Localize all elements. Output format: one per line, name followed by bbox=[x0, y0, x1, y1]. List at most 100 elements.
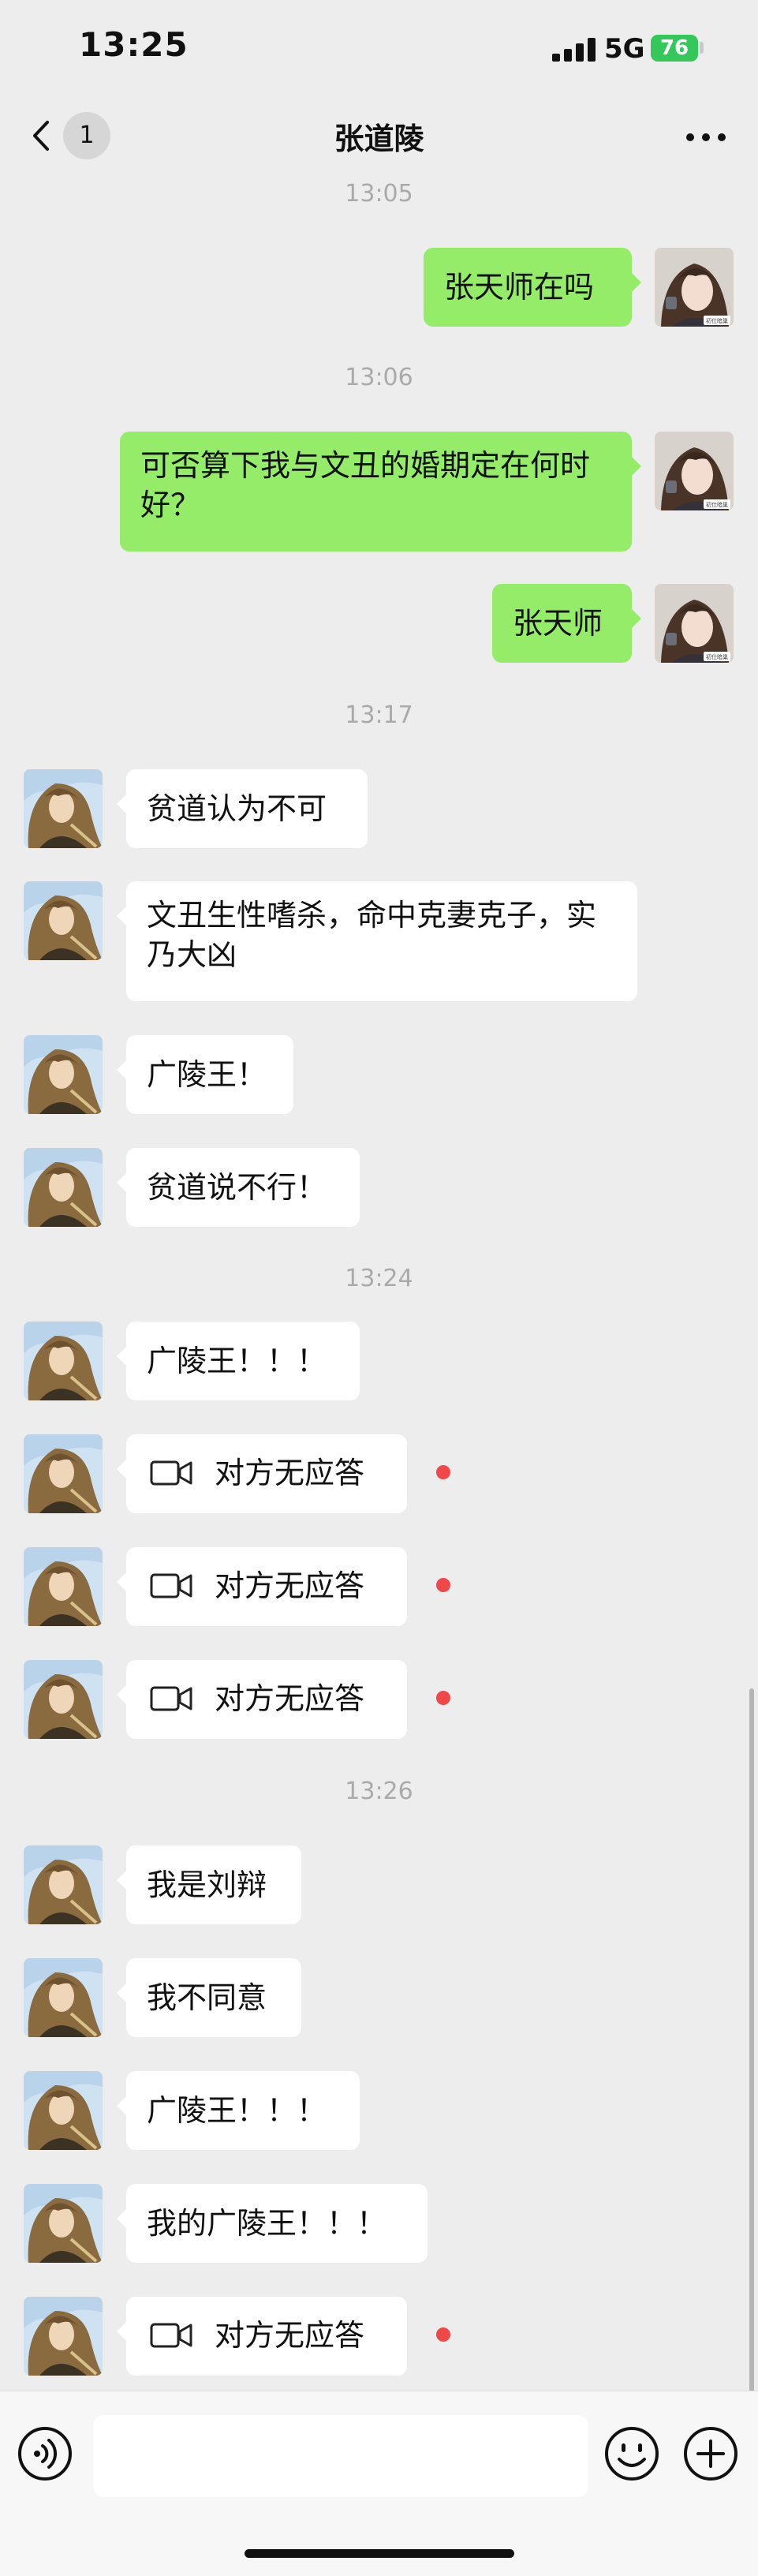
video-call-bubble[interactable]: 对方无应答 bbox=[117, 1434, 407, 1513]
voice-button[interactable] bbox=[17, 2426, 73, 2481]
avatar-self[interactable]: 初仕暗巢 bbox=[655, 248, 734, 327]
message-text: 我不同意 bbox=[147, 1980, 267, 2015]
avatar-contact[interactable] bbox=[24, 1148, 103, 1227]
video-camera-icon bbox=[150, 2323, 192, 2348]
portrait-contact-icon bbox=[24, 2297, 103, 2376]
message-bubble-incoming[interactable]: 贫道认为不可 bbox=[117, 769, 368, 848]
message-bubble-incoming[interactable]: 广陵王！！！ bbox=[117, 1322, 360, 1400]
timestamp: 13:17 bbox=[345, 701, 413, 729]
portrait-contact-icon bbox=[24, 1845, 103, 1924]
avatar-self[interactable]: 初仕暗巢 bbox=[655, 432, 734, 510]
video-call-bubble[interactable]: 对方无应答 bbox=[117, 1547, 407, 1626]
missed-call-dot bbox=[436, 1578, 450, 1592]
portrait-contact-icon bbox=[24, 1547, 103, 1626]
message-bubble-outgoing[interactable]: 可否算下我与文丑的婚期定在何时好？ bbox=[120, 432, 641, 551]
message-bubble-incoming[interactable]: 我是刘辩 bbox=[117, 1845, 301, 1924]
call-status-text: 对方无应答 bbox=[215, 2318, 365, 2353]
message-text: 张天师在吗 bbox=[444, 270, 595, 305]
avatar-contact[interactable] bbox=[24, 1958, 103, 2037]
portrait-contact-icon bbox=[24, 2071, 103, 2150]
portrait-contact-icon bbox=[24, 2184, 103, 2263]
message-text: 文丑生性嗜杀，命中克妻克子，实乃大凶 bbox=[147, 898, 597, 972]
cellular-signal-icon bbox=[552, 38, 596, 62]
missed-call-dot bbox=[436, 2327, 450, 2342]
avatar-contact[interactable] bbox=[24, 1035, 103, 1114]
avatar-contact[interactable] bbox=[24, 1845, 103, 1924]
input-bar bbox=[0, 2391, 758, 2576]
timestamp: 13:24 bbox=[345, 1265, 413, 1292]
more-options-button[interactable] bbox=[678, 116, 734, 155]
more-functions-button[interactable] bbox=[683, 2426, 738, 2481]
avatar-contact[interactable] bbox=[24, 2071, 103, 2150]
timestamp: 13:26 bbox=[345, 1778, 413, 1805]
avatar-contact[interactable] bbox=[24, 1547, 103, 1626]
message-bubble-incoming[interactable]: 我不同意 bbox=[117, 1958, 301, 2037]
avatar-contact[interactable] bbox=[24, 1660, 103, 1739]
portrait-self-icon: 初仕暗巢 bbox=[655, 248, 734, 327]
avatar-contact[interactable] bbox=[24, 769, 103, 848]
message-text: 贫道认为不可 bbox=[147, 791, 327, 826]
message-text: 我的广陵王！！！ bbox=[147, 2206, 387, 2241]
status-bar: 13:25 5G 76 bbox=[0, 0, 758, 99]
missed-call-dot bbox=[436, 1691, 450, 1705]
portrait-contact-icon bbox=[24, 1035, 103, 1114]
emoji-icon bbox=[605, 2427, 659, 2481]
emoji-button[interactable] bbox=[604, 2426, 659, 2481]
plus-icon bbox=[684, 2427, 737, 2481]
portrait-contact-icon bbox=[24, 1148, 103, 1227]
avatar-contact[interactable] bbox=[24, 1434, 103, 1513]
battery-icon: 76 bbox=[651, 35, 698, 62]
avatar-badge-text: 初仕暗巢 bbox=[706, 653, 728, 660]
more-dot bbox=[686, 133, 694, 141]
message-bubble-incoming[interactable]: 我的广陵王！！！ bbox=[117, 2184, 428, 2263]
avatar-badge-text: 初仕暗巢 bbox=[706, 501, 728, 508]
portrait-contact-icon bbox=[24, 1322, 103, 1400]
avatar-contact[interactable] bbox=[24, 2184, 103, 2263]
scrollbar[interactable] bbox=[749, 1688, 754, 2398]
message-text: 广陵王！！！ bbox=[147, 1344, 327, 1378]
message-text: 广陵王！ bbox=[147, 1057, 267, 1092]
chat-title: 张道陵 bbox=[334, 122, 424, 156]
message-text: 贫道说不行！ bbox=[147, 1170, 327, 1205]
portrait-contact-icon bbox=[24, 1434, 103, 1513]
video-call-bubble[interactable]: 对方无应答 bbox=[117, 1660, 407, 1739]
message-bubble-incoming[interactable]: 贫道说不行！ bbox=[117, 1148, 360, 1227]
message-input[interactable] bbox=[93, 2415, 588, 2497]
video-camera-icon bbox=[150, 1460, 192, 1486]
message-text: 张天师 bbox=[513, 606, 603, 641]
portrait-contact-icon bbox=[24, 1660, 103, 1739]
more-dot bbox=[718, 133, 726, 141]
message-text: 我是刘辩 bbox=[147, 1868, 267, 1902]
missed-call-dot bbox=[436, 1465, 450, 1479]
portrait-self-icon: 初仕暗巢 bbox=[655, 432, 734, 510]
portrait-contact-icon bbox=[24, 1958, 103, 2037]
timestamp: 13:05 bbox=[345, 180, 413, 208]
avatar-contact[interactable] bbox=[24, 1322, 103, 1400]
portrait-self-icon: 初仕暗巢 bbox=[655, 584, 734, 663]
avatar-contact[interactable] bbox=[24, 2297, 103, 2376]
status-time: 13:25 bbox=[79, 25, 189, 64]
chat-header: 1 张道陵 bbox=[0, 99, 758, 170]
avatar-self[interactable]: 初仕暗巢 bbox=[655, 584, 734, 663]
voice-icon bbox=[18, 2427, 72, 2481]
portrait-contact-icon bbox=[24, 881, 103, 960]
video-call-bubble[interactable]: 对方无应答 bbox=[117, 2297, 407, 2376]
battery-tip bbox=[700, 42, 704, 54]
message-bubble-incoming[interactable]: 文丑生性嗜杀，命中克妻克子，实乃大凶 bbox=[117, 881, 637, 1001]
call-status-text: 对方无应答 bbox=[215, 1456, 365, 1490]
message-bubble-outgoing[interactable]: 张天师在吗 bbox=[424, 248, 641, 327]
home-indicator[interactable] bbox=[245, 2549, 514, 2558]
message-bubble-incoming[interactable]: 广陵王！ bbox=[117, 1035, 293, 1114]
avatar-contact[interactable] bbox=[24, 881, 103, 960]
more-dot bbox=[702, 133, 710, 141]
portrait-contact-icon bbox=[24, 769, 103, 848]
message-bubble-outgoing[interactable]: 张天师 bbox=[492, 584, 641, 663]
video-camera-icon bbox=[150, 1573, 192, 1598]
call-status-text: 对方无应答 bbox=[215, 1568, 365, 1603]
avatar-badge-text: 初仕暗巢 bbox=[706, 317, 728, 324]
message-text: 可否算下我与文丑的婚期定在何时好？ bbox=[140, 448, 591, 522]
message-bubble-incoming[interactable]: 广陵王！！！ bbox=[117, 2071, 360, 2150]
network-type: 5G bbox=[604, 33, 645, 65]
call-status-text: 对方无应答 bbox=[215, 1681, 365, 1716]
battery-level: 76 bbox=[659, 36, 689, 60]
